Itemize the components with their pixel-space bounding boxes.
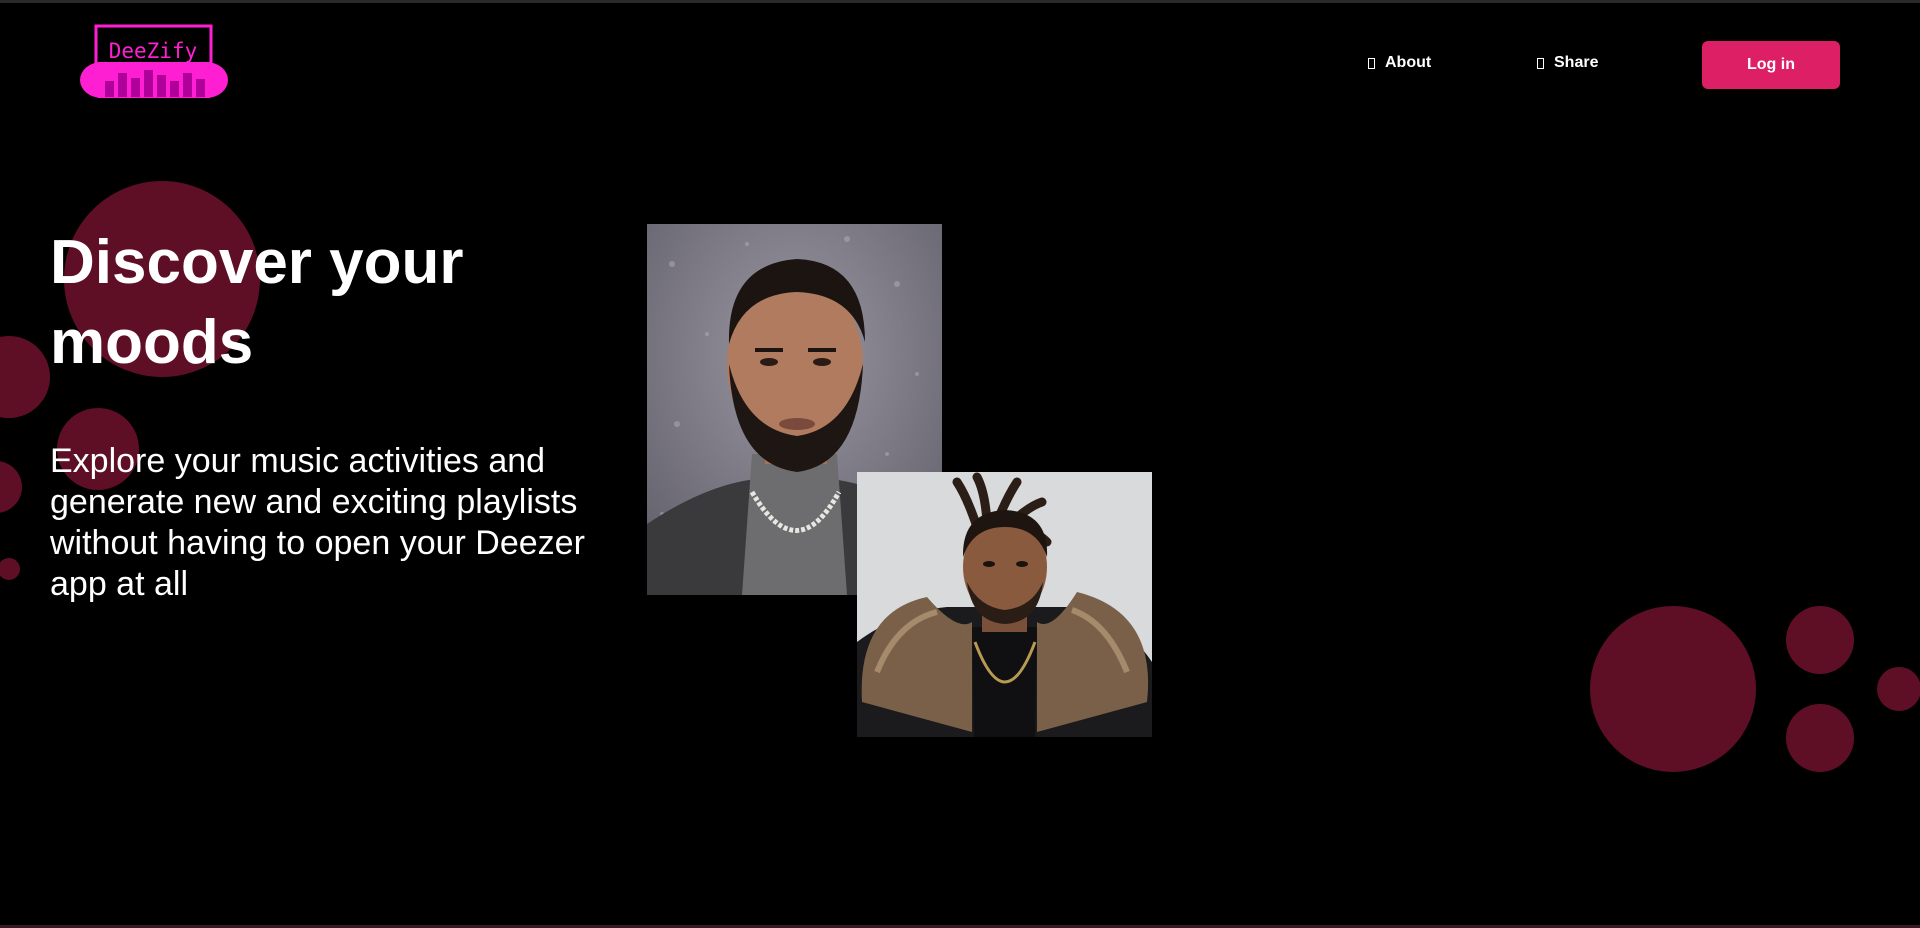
decor-bubble bbox=[0, 558, 20, 580]
decor-bubble bbox=[1786, 606, 1854, 674]
decor-bubble bbox=[0, 336, 50, 418]
logo-graphic: DeeZify bbox=[80, 24, 228, 98]
nav-share-link[interactable]: Share bbox=[1537, 54, 1598, 72]
share-icon bbox=[1537, 57, 1544, 69]
decor-bubble bbox=[1877, 667, 1920, 711]
logo-text: DeeZify bbox=[109, 39, 198, 63]
decor-bubble bbox=[1786, 704, 1854, 772]
nav-about-link[interactable]: About bbox=[1368, 54, 1431, 72]
hero-description: Explore your music activities and genera… bbox=[50, 442, 585, 603]
nav-about-label: About bbox=[1385, 54, 1432, 71]
logo[interactable]: DeeZify bbox=[78, 23, 230, 101]
decor-bubble bbox=[1590, 606, 1756, 772]
login-button[interactable]: Log in bbox=[1702, 41, 1840, 89]
nav-share-label: Share bbox=[1554, 54, 1599, 71]
artist-photo-2 bbox=[857, 472, 1152, 737]
decor-bubble bbox=[0, 461, 22, 513]
page: DeeZify About Share Log in Discover your… bbox=[0, 0, 1920, 928]
hero-title: Discover your moods bbox=[50, 228, 464, 377]
about-icon bbox=[1368, 57, 1375, 69]
